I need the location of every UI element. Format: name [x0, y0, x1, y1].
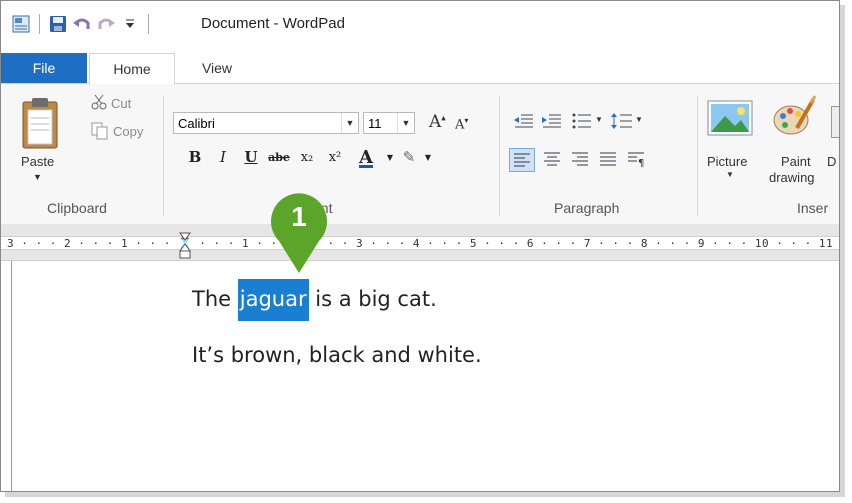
- align-right-icon[interactable]: [569, 148, 591, 174]
- tab-home[interactable]: Home: [89, 53, 175, 85]
- chevron-down-icon[interactable]: ▼: [635, 115, 643, 124]
- separator: [39, 14, 40, 34]
- increase-indent-icon[interactable]: [541, 112, 563, 134]
- customize-icon[interactable]: [120, 14, 140, 34]
- undo-icon[interactable]: [72, 14, 92, 34]
- ribbon: Paste ▼ Cut Copy Clipboard Calibri ▼ 11 …: [1, 84, 839, 225]
- line-spacing-icon[interactable]: [611, 112, 633, 134]
- save-icon[interactable]: [48, 14, 68, 34]
- font-size-value: 11: [368, 116, 382, 131]
- font-family-value: Calibri: [178, 116, 215, 131]
- svg-text:¶: ¶: [638, 158, 644, 169]
- cut-icon[interactable]: [91, 94, 107, 110]
- picture-button[interactable]: Picture: [707, 154, 747, 169]
- redo-icon[interactable]: [96, 14, 116, 34]
- copy-icon[interactable]: [91, 122, 109, 140]
- document-line-2[interactable]: It’s brown, black and white.: [192, 343, 482, 367]
- paste-button[interactable]: Paste: [21, 154, 54, 169]
- tab-file[interactable]: File: [1, 53, 87, 83]
- step-callout: 1: [269, 189, 329, 275]
- group-divider: [697, 96, 698, 216]
- paint-drawing-icon[interactable]: [771, 94, 817, 144]
- bold-button[interactable]: B: [181, 144, 209, 170]
- chevron-down-icon[interactable]: ▼: [397, 113, 414, 133]
- align-center-icon[interactable]: [541, 148, 563, 174]
- bullet-list-icon[interactable]: [571, 112, 593, 134]
- tab-view[interactable]: View: [187, 53, 247, 83]
- ruler: 3 · · · 2 · · · 1 · · · ⌛ · · · 1 · · · …: [1, 224, 839, 261]
- clipboard-group-label: Clipboard: [47, 200, 107, 216]
- italic-button[interactable]: I: [209, 144, 237, 170]
- document-line-1[interactable]: The jaguar is a big cat.: [192, 279, 437, 321]
- paint-drawing-button[interactable]: Paint: [781, 154, 811, 169]
- text-run: is a big cat.: [308, 287, 437, 311]
- chevron-down-icon[interactable]: ▼: [726, 170, 734, 179]
- paragraph-group-label: Paragraph: [554, 200, 620, 216]
- strikethrough-button[interactable]: abe: [265, 144, 293, 170]
- ruler-scale: 3 · · · 2 · · · 1 · · · ⌛ · · · 1 · · · …: [7, 237, 840, 250]
- font-color-button[interactable]: A: [349, 144, 383, 170]
- chevron-down-icon[interactable]: ▼: [595, 115, 603, 124]
- font-format-row: B I U abe x₂ x² A ▼ ✎ ▼: [181, 144, 435, 170]
- highlight-button[interactable]: ✎: [397, 144, 421, 170]
- chevron-down-icon[interactable]: ▼: [341, 113, 358, 133]
- wordpad-window: Document - WordPad File Home View Paste …: [0, 0, 840, 492]
- underline-button[interactable]: U: [237, 144, 265, 170]
- align-left-icon: [514, 153, 530, 167]
- indent-marker-icon[interactable]: [179, 232, 191, 264]
- decrease-indent-icon[interactable]: [513, 112, 535, 134]
- cut-button[interactable]: Cut: [111, 96, 131, 111]
- font-family-select[interactable]: Calibri ▼: [173, 112, 359, 134]
- paint-drawing-label-line2: drawing: [769, 170, 815, 185]
- picture-icon[interactable]: [707, 100, 753, 140]
- chevron-down-icon[interactable]: ▼: [421, 144, 435, 170]
- group-divider: [163, 96, 164, 216]
- ribbon-tabs: File Home View: [1, 53, 839, 85]
- separator: [148, 14, 149, 34]
- selected-word[interactable]: jaguar: [237, 279, 309, 321]
- paste-icon[interactable]: [19, 96, 63, 158]
- date-time-button-partial[interactable]: D: [827, 154, 836, 169]
- copy-button[interactable]: Copy: [113, 124, 143, 139]
- group-divider: [499, 96, 500, 216]
- subscript-button[interactable]: x₂: [293, 144, 321, 170]
- insert-group-label: Inser: [797, 200, 829, 216]
- app-icon[interactable]: [11, 14, 31, 34]
- justify-icon[interactable]: [597, 148, 619, 174]
- paste-dropdown-arrow[interactable]: ▼: [33, 172, 42, 182]
- shrink-font-icon[interactable]: A▾: [455, 116, 468, 132]
- superscript-button[interactable]: x²: [321, 144, 349, 170]
- window-title: Document - WordPad: [201, 15, 345, 32]
- document-area[interactable]: The jaguar is a big cat. It’s brown, bla…: [11, 261, 839, 491]
- step-number: 1: [291, 201, 307, 232]
- chevron-down-icon[interactable]: ▼: [383, 144, 397, 170]
- title-bar: Document - WordPad: [1, 1, 839, 47]
- align-left-button[interactable]: [509, 148, 535, 172]
- quick-access-toolbar: [11, 11, 157, 37]
- date-time-icon-partial[interactable]: [831, 106, 839, 138]
- paragraph-settings-icon[interactable]: ¶: [625, 148, 647, 174]
- grow-font-icon[interactable]: A▴: [429, 112, 446, 132]
- font-size-select[interactable]: 11 ▼: [363, 112, 415, 134]
- text-run: The: [192, 287, 238, 311]
